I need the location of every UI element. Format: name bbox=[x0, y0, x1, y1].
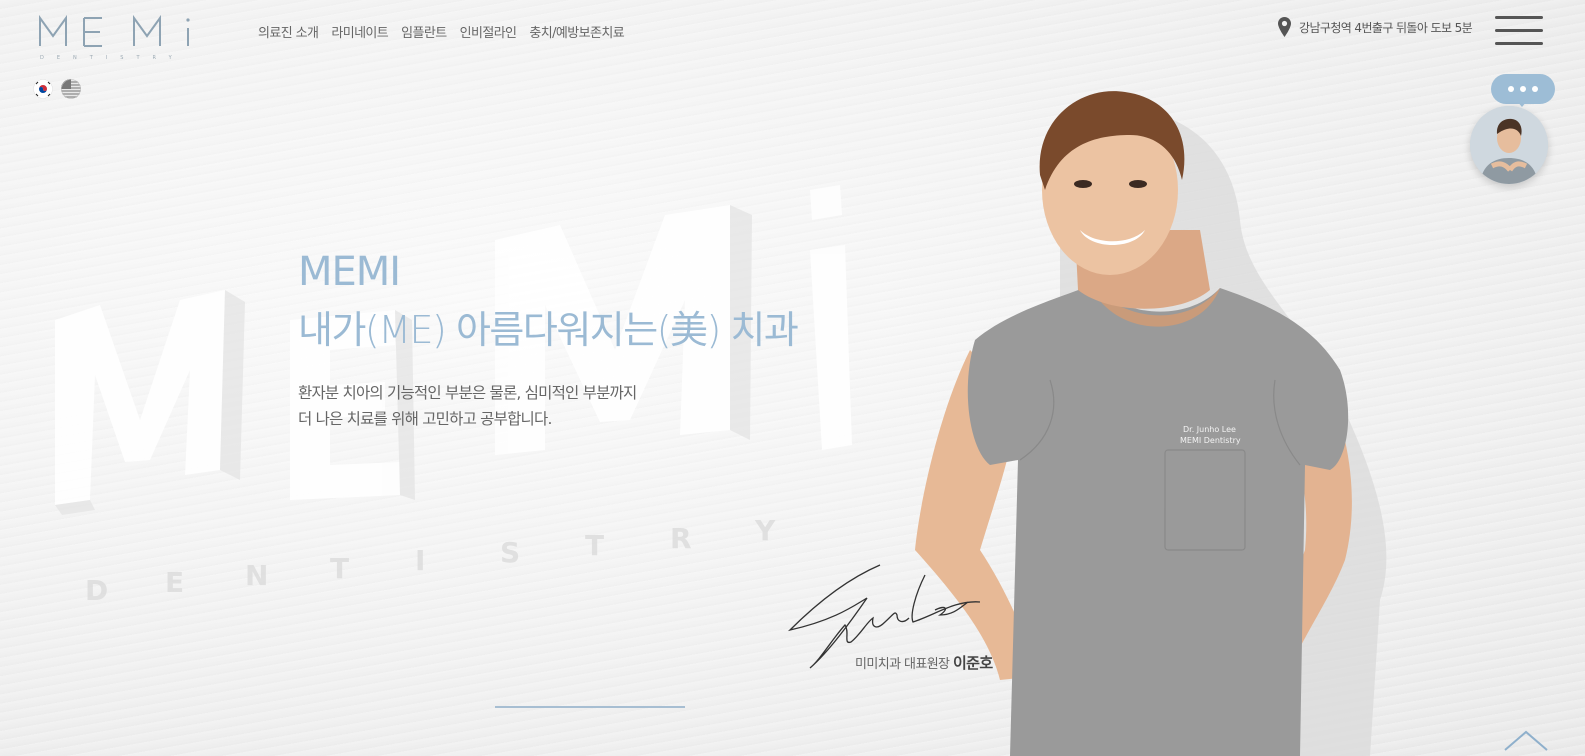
hamburger-menu-icon[interactable] bbox=[1495, 16, 1543, 50]
memi-logo[interactable]: DENTISTRY bbox=[36, 11, 196, 62]
korea-flag-icon[interactable] bbox=[33, 79, 53, 99]
chevron-up-icon[interactable] bbox=[1503, 728, 1549, 752]
svg-text:T: T bbox=[330, 552, 349, 585]
nav-item-implant[interactable]: 임플란트 bbox=[401, 22, 447, 41]
hero-subtitle: 환자분 치아의 기능적인 부분은 물론, 심미적인 부분까지 더 나은 치료를 … bbox=[298, 380, 637, 432]
location-info[interactable]: 강남구청역 4번출구 뒤돌아 도보 5분 bbox=[1278, 17, 1473, 37]
svg-text:Y: Y bbox=[754, 514, 776, 547]
doctor-caption: 미미치과 대표원장 이준호 bbox=[855, 652, 993, 673]
nav-item-laminate[interactable]: 라미네이트 bbox=[331, 22, 388, 41]
nav-item-cavity-care[interactable]: 충치/예방보존치료 bbox=[529, 22, 624, 41]
hero-subtitle-line2: 더 나은 치료를 위해 고민하고 공부합니다. bbox=[298, 410, 552, 428]
nav-item-doctors[interactable]: 의료진 소개 bbox=[258, 22, 319, 41]
usa-flag-icon[interactable] bbox=[61, 79, 81, 99]
hero-subtitle-line1: 환자분 치아의 기능적인 부분은 물론, 심미적인 부분까지 bbox=[298, 384, 637, 402]
logo-subtitle: DENTISTRY bbox=[40, 55, 185, 61]
hero-headline: MEMI 내가(ME) 아름다워지는(美) 치과 bbox=[298, 249, 799, 358]
hero-title-line1: MEMI bbox=[298, 249, 401, 295]
nav-item-invisalign[interactable]: 인비절라인 bbox=[460, 22, 517, 41]
svg-text:E: E bbox=[165, 566, 184, 599]
doctor-badge-line1: Dr. Junho Lee bbox=[1183, 425, 1236, 434]
main-nav: 의료진 소개 라미네이트 임플란트 인비절라인 충치/예방보존치료 bbox=[258, 22, 625, 41]
svg-text:N: N bbox=[245, 559, 268, 592]
language-switcher bbox=[33, 79, 81, 99]
hero-section: D E N T I S T R Y DENTISTRY 의료진 소개 라미네이트 임플란트 … bbox=[0, 0, 1585, 756]
address-text: 강남구청역 4번출구 뒤돌아 도보 5분 bbox=[1299, 20, 1473, 35]
location-pin-icon bbox=[1278, 17, 1291, 37]
svg-text:S: S bbox=[500, 536, 520, 569]
svg-text:T: T bbox=[585, 529, 604, 562]
chat-dots-icon[interactable] bbox=[1491, 74, 1555, 107]
doctor-role: 미미치과 대표원장 bbox=[855, 657, 950, 672]
hero-title-line2: 내가(ME) 아름다워지는(美) 치과 bbox=[298, 308, 799, 352]
svg-text:I: I bbox=[415, 544, 425, 577]
doctor-badge-line2: MEMI Dentistry bbox=[1180, 436, 1241, 445]
svg-text:D: D bbox=[85, 574, 108, 607]
chat-avatar[interactable] bbox=[1470, 106, 1548, 184]
doctor-name: 이준호 bbox=[952, 654, 993, 672]
slide-progress-bar[interactable] bbox=[495, 706, 685, 708]
svg-text:R: R bbox=[670, 522, 692, 555]
